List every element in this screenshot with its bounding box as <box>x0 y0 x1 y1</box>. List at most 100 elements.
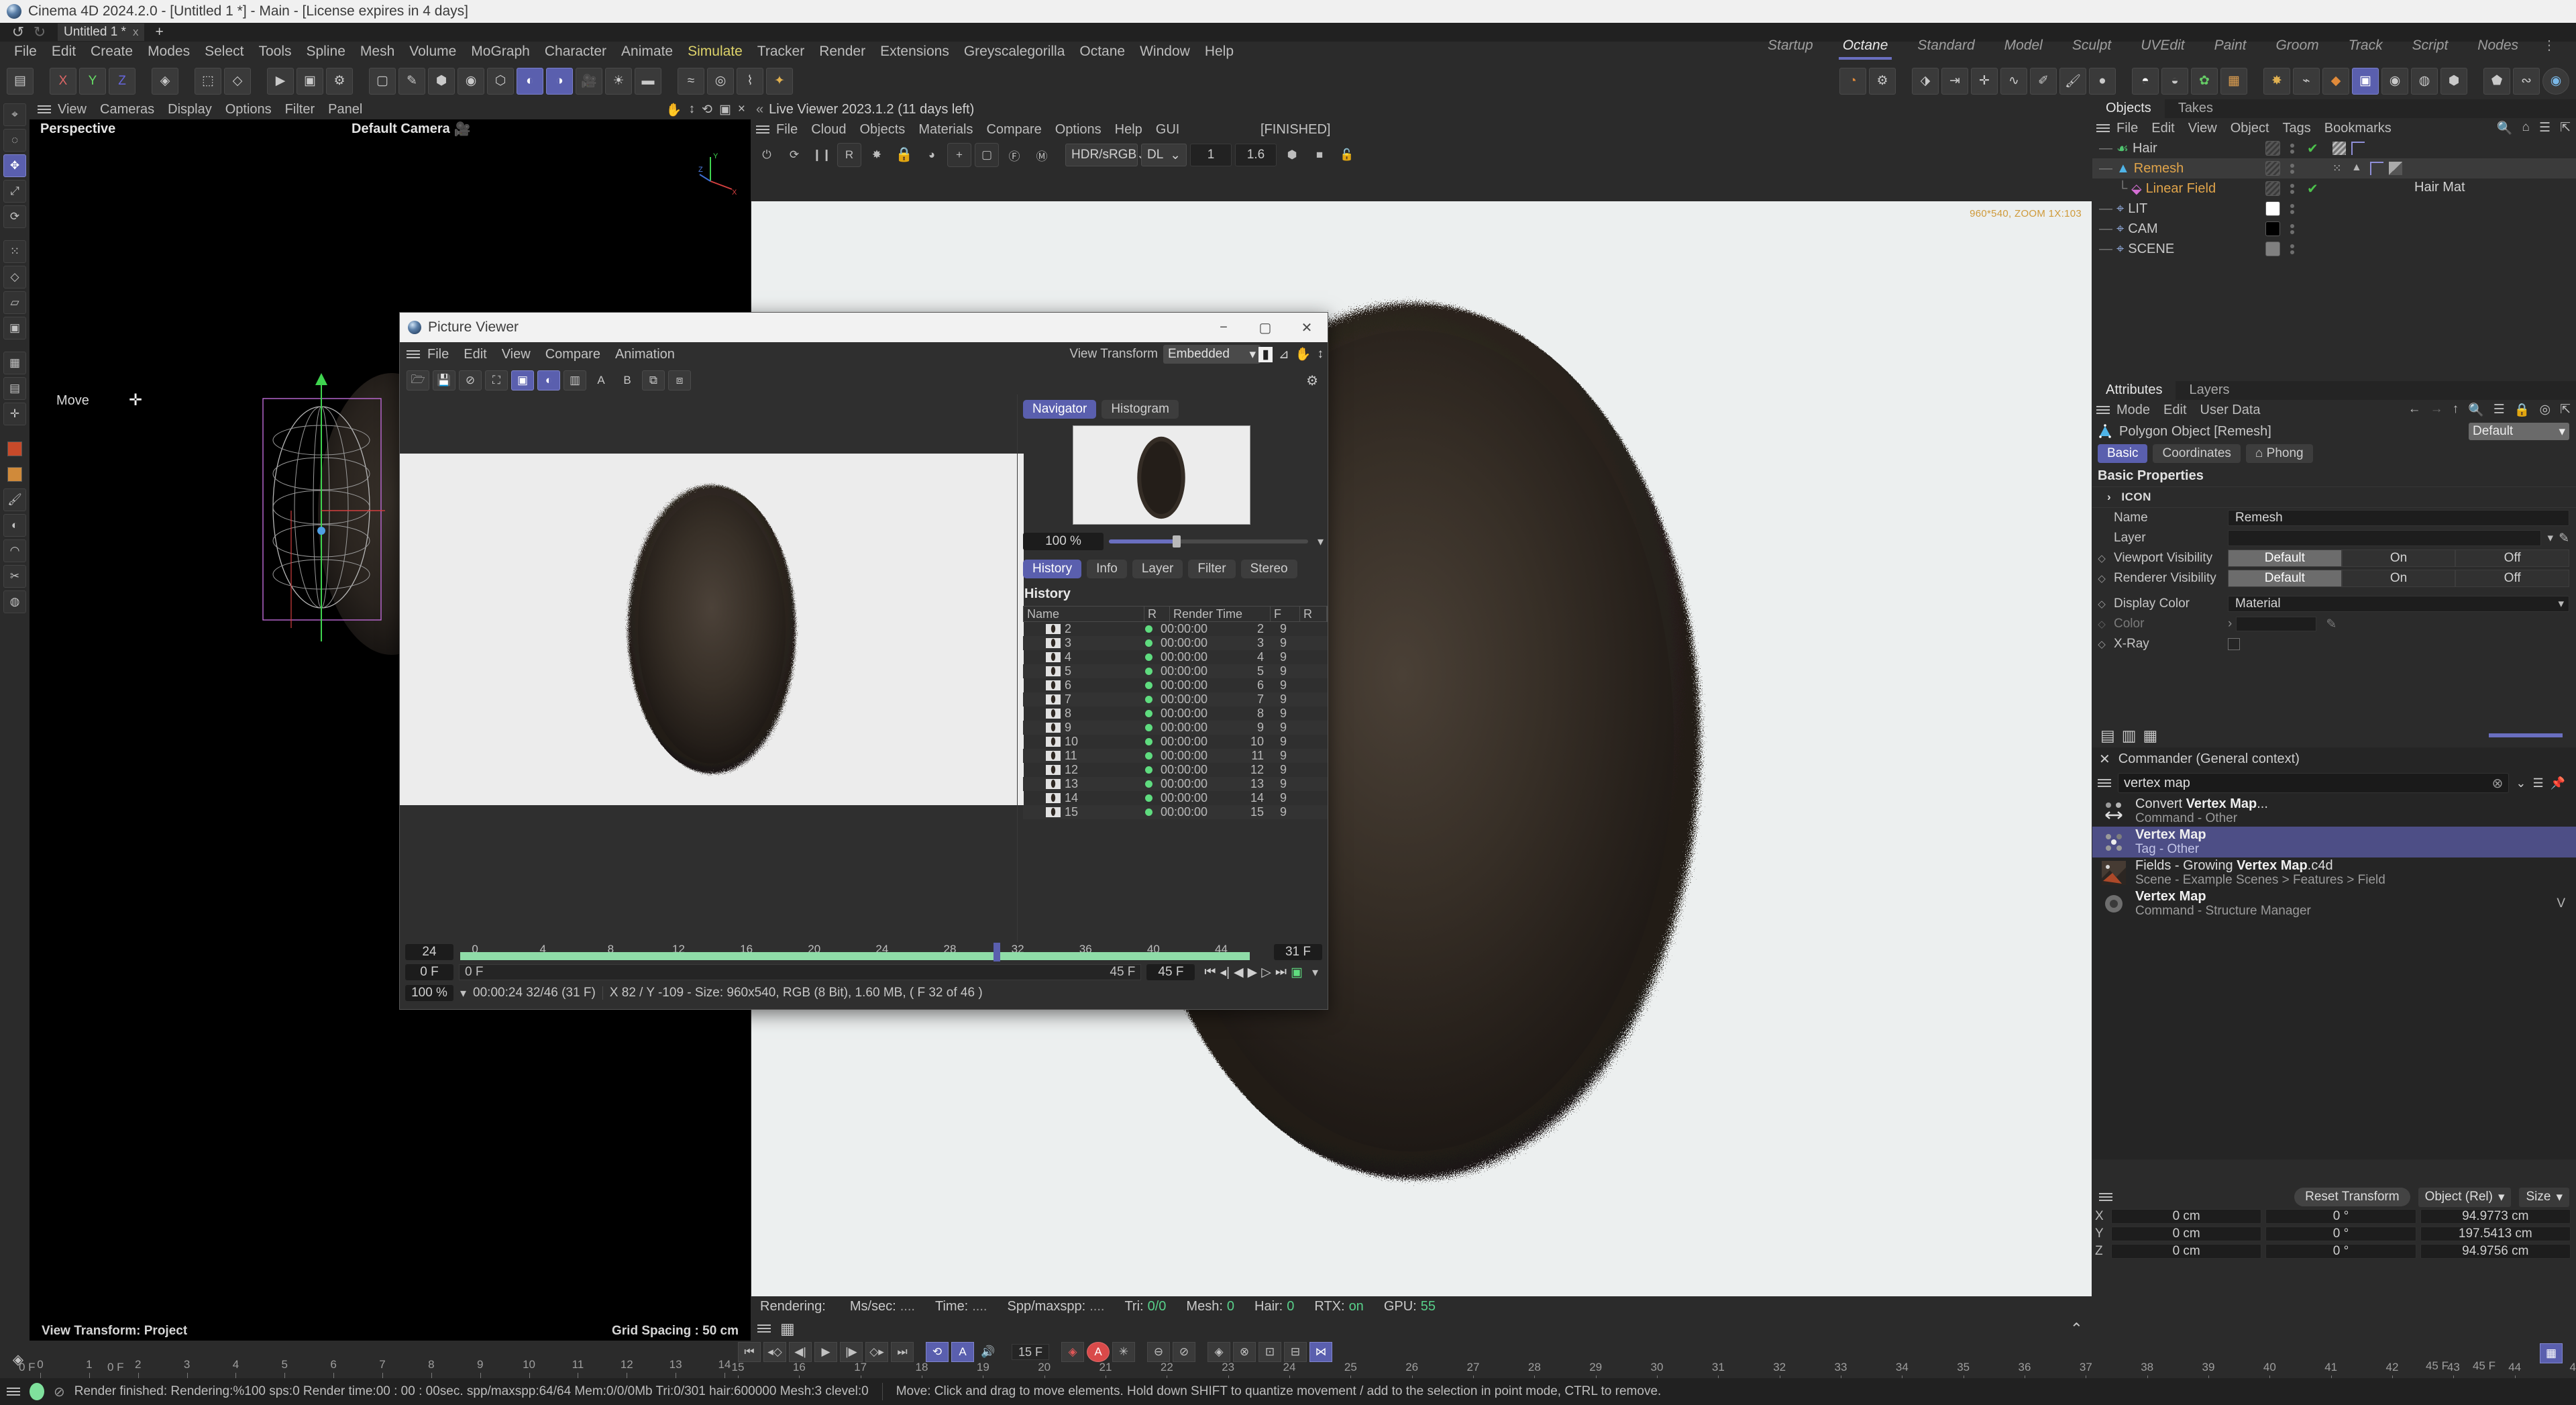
object-menu-tags[interactable]: Tags <box>2276 121 2318 136</box>
pv-info-tab-layer[interactable]: Layer <box>1132 560 1183 578</box>
axis-x-button[interactable]: X <box>50 67 76 95</box>
keyframe-diamond-icon[interactable]: ◇ <box>2096 552 2107 564</box>
collapse-icon[interactable]: « <box>756 102 763 117</box>
contrast-icon[interactable]: ◐ <box>537 370 560 391</box>
fps-field[interactable]: 24 <box>405 944 453 960</box>
mini-slider[interactable] <box>2489 733 2563 737</box>
menu-item-mesh[interactable]: Mesh <box>353 42 402 62</box>
visibility-dots-icon[interactable] <box>2290 244 2294 254</box>
sculpt-button[interactable]: ◐ <box>3 514 26 537</box>
sphere-button[interactable]: ● <box>2089 67 2116 95</box>
position-x-field[interactable]: 0 cm <box>2111 1209 2262 1224</box>
live-viewer-menu-materials[interactable]: Materials <box>912 122 979 138</box>
layout-tab-uvedit[interactable]: UVEdit <box>2126 38 2199 54</box>
menu-item-help[interactable]: Help <box>1197 42 1241 62</box>
status-zoom-value[interactable]: 100 % <box>405 985 453 1001</box>
range-start-field[interactable]: 0 F <box>405 964 453 980</box>
visibility-swatch[interactable] <box>2265 141 2280 156</box>
axis-y-button[interactable]: Y <box>79 67 106 95</box>
menu-item-octane[interactable]: Octane <box>1072 42 1132 62</box>
layout-tab-octane[interactable]: Octane <box>1828 38 1903 60</box>
visibility-swatch[interactable] <box>2265 201 2280 216</box>
popout-icon[interactable]: ⇱ <box>2560 120 2571 136</box>
fit-icon[interactable]: ↕ <box>1318 347 1324 362</box>
size-mode-dropdown[interactable]: Size ▾ <box>2519 1187 2569 1207</box>
history-row[interactable]: 14 00:00:00 14 9 <box>1023 791 1328 805</box>
point-mode-button[interactable]: ⁙ <box>3 240 26 263</box>
keyframe-diamond-icon[interactable]: ◇ <box>2096 638 2107 650</box>
visibility-dots-icon[interactable] <box>2290 183 2294 194</box>
chevron-down-icon[interactable]: ▾ <box>1318 535 1328 549</box>
object-menu-view[interactable]: View <box>2182 121 2224 136</box>
knife-button[interactable]: ✂ <box>3 565 26 588</box>
object-menu-bookmarks[interactable]: Bookmarks <box>2318 121 2398 136</box>
zoom-fit-icon[interactable]: ▣ <box>511 370 534 391</box>
visibility-swatch[interactable] <box>2265 242 2280 256</box>
object-row-lit[interactable]: — ⌖ LIT <box>2092 199 2576 219</box>
viewport-menu-cameras[interactable]: Cameras <box>93 102 161 117</box>
keyframe-diamond-icon[interactable]: ◇ <box>2096 572 2107 584</box>
eyedropper-icon[interactable]: ✎ <box>2326 617 2337 632</box>
commander-result-2[interactable]: Vertex Map Tag - Other <box>2092 827 2576 857</box>
live-viewer-menu-compare[interactable]: Compare <box>979 122 1048 138</box>
menu-item-extensions[interactable]: Extensions <box>873 42 957 62</box>
motion-tracker-button[interactable]: ✦ <box>766 67 793 95</box>
vertex-map-tag-icon[interactable]: ⁙ <box>2332 162 2346 175</box>
smooth-button[interactable]: ◠ <box>3 539 26 562</box>
layout-icon[interactable]: ▣ <box>719 102 731 118</box>
picture-viewer-hamburger-icon[interactable] <box>407 350 420 358</box>
open-file-icon[interactable]: 🗁 <box>407 370 429 391</box>
history-row[interactable]: 3 00:00:00 3 9 <box>1023 636 1328 650</box>
phong-tag-icon[interactable]: ▲ <box>2351 162 2365 175</box>
timeline-playhead[interactable] <box>993 943 1000 961</box>
layout-tab-model[interactable]: Model <box>1990 38 2057 54</box>
view-transform-dropdown[interactable]: Embedded ▾ <box>1163 345 1260 364</box>
grid-view-icon[interactable]: ▦ <box>780 1320 795 1338</box>
commander-result-1[interactable]: Convert Vertex Map... Command - Other <box>2092 796 2576 827</box>
live-viewer-hamburger-icon[interactable] <box>756 125 769 134</box>
edit-icon[interactable]: ⊿ <box>1279 347 1289 362</box>
object-row-cam[interactable]: — ⌖ CAM <box>2092 219 2576 239</box>
polygon-mode-button[interactable]: ▱ <box>3 291 26 314</box>
renderer-visibility-segmented[interactable]: Default On Off <box>2228 570 2570 587</box>
close-icon[interactable]: x <box>133 25 139 39</box>
menu-item-animate[interactable]: Animate <box>614 42 680 62</box>
menu-item-window[interactable]: Window <box>1132 42 1197 62</box>
paste-icon[interactable]: ⧈ <box>668 370 691 391</box>
overflow-menu-icon[interactable]: ⋮ <box>2533 37 2556 54</box>
render-settings-button[interactable]: ⚙ <box>326 67 353 95</box>
material-picker-icon[interactable]: Ⓜ <box>1030 143 1054 167</box>
material-tag-icon[interactable] <box>2332 142 2346 155</box>
exposure-field[interactable]: 1.6 <box>1235 144 1277 166</box>
uvw-tag-icon[interactable] <box>2351 142 2365 155</box>
menu-item-tools[interactable]: Tools <box>251 42 299 62</box>
chevron-down-icon[interactable]: ▾ <box>460 986 466 1000</box>
visibility-dots-icon[interactable] <box>2290 143 2294 154</box>
object-menu-edit[interactable]: Edit <box>2145 121 2181 136</box>
add-document-icon[interactable]: + <box>155 24 163 40</box>
compare-toggle-icon[interactable]: ▮ <box>1258 346 1273 362</box>
prev-key-icon[interactable]: ◂| <box>1220 965 1230 980</box>
lv-bottom-hamburger-icon[interactable] <box>757 1324 771 1333</box>
zoom-slider-knob[interactable] <box>1173 535 1181 548</box>
range-end-field[interactable]: 45 F <box>1146 964 1195 980</box>
texture-tag-icon[interactable] <box>2389 162 2402 175</box>
camera-lock-icon[interactable]: 🔓 <box>1335 143 1359 167</box>
chevron-down-icon[interactable]: ▾ <box>1308 966 1322 980</box>
mask-button[interactable]: ◍ <box>3 590 26 613</box>
attributes-pill-phong[interactable]: ⌂ Phong <box>2245 444 2313 463</box>
bottom-current-frame-field[interactable]: 15 F <box>1012 1344 1049 1360</box>
clear-icon[interactable]: ⊘ <box>459 370 482 391</box>
enable-axis-button[interactable]: ✛ <box>3 403 26 425</box>
size-z-field[interactable]: 94.9756 cm <box>2420 1244 2571 1259</box>
up-icon[interactable]: ↑ <box>2453 402 2459 418</box>
coordinate-mode-dropdown[interactable]: Object (Rel) ▾ <box>2418 1187 2512 1207</box>
channels-icon[interactable]: ▥ <box>564 370 586 391</box>
enabled-check-icon[interactable]: ✔ <box>2307 180 2318 197</box>
history-row[interactable]: 9 00:00:00 9 9 <box>1023 721 1328 735</box>
visibility-swatch[interactable] <box>2265 221 2280 236</box>
object-manager-hamburger-icon[interactable] <box>2096 124 2110 132</box>
gamma-field[interactable]: 1 <box>1190 144 1232 166</box>
history-row[interactable]: 7 00:00:00 7 9 <box>1023 692 1328 707</box>
grid-icon[interactable]: ▤ <box>2100 727 2115 745</box>
